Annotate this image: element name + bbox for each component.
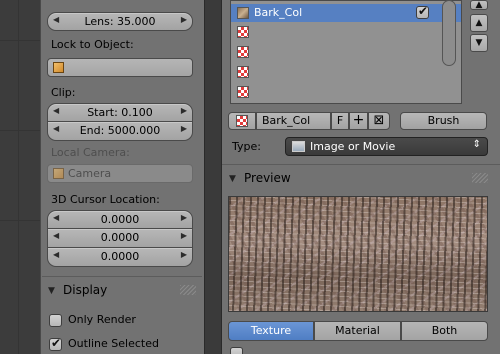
outline-selected-checkbox[interactable]: ✔ xyxy=(49,336,62,351)
drag-grip-icon[interactable] xyxy=(180,285,196,295)
brush-button[interactable]: Brush xyxy=(400,112,487,130)
texture-slot-name: Bark_Col xyxy=(254,6,303,19)
section-divider xyxy=(42,276,202,277)
cursor-x-field[interactable]: ◀ 0.0000 ▶ xyxy=(47,210,193,229)
move-up-button[interactable]: ▲ xyxy=(470,0,488,10)
texture-checker-icon xyxy=(236,115,248,127)
local-camera-field[interactable]: Camera xyxy=(47,164,193,183)
texture-slot-row[interactable] xyxy=(231,83,461,101)
preview-tab-texture[interactable]: Texture xyxy=(228,321,314,341)
local-camera-label: Local Camera: xyxy=(51,146,130,159)
empty-texture-icon xyxy=(237,86,249,98)
drag-grip-icon[interactable] xyxy=(472,173,488,183)
3d-viewport-edge[interactable] xyxy=(0,0,40,354)
increment-arrow-icon[interactable]: ▶ xyxy=(181,250,187,259)
collapse-triangle-icon[interactable]: ▼ xyxy=(48,286,55,296)
empty-texture-icon xyxy=(237,26,249,38)
lock-to-object-label: Lock to Object: xyxy=(51,38,134,51)
bark-texture-thumbnail-icon xyxy=(237,7,249,19)
cursor-z-field[interactable]: ◀ 0.0000 ▶ xyxy=(47,248,193,267)
move-down-arrow-button[interactable]: ▼ xyxy=(470,34,488,52)
fake-user-button[interactable]: F xyxy=(331,112,349,130)
only-render-label: Only Render xyxy=(68,313,136,326)
clip-label: Clip: xyxy=(51,86,76,99)
texture-slot-row[interactable]: Bark_Col ✔ xyxy=(231,4,461,22)
cursor-y-field[interactable]: ◀ 0.0000 ▶ xyxy=(47,229,193,248)
texture-name-field[interactable]: Bark_Col xyxy=(256,112,331,130)
texture-slot-row[interactable] xyxy=(231,63,461,81)
slot-enabled-checkbox[interactable]: ✔ xyxy=(416,4,429,19)
show-alpha-checkbox[interactable] xyxy=(230,347,243,354)
texture-slot-list[interactable]: Bark_Col ✔ xyxy=(230,0,462,104)
cursor-y-value: 0.0000 xyxy=(100,231,140,244)
only-render-checkbox[interactable] xyxy=(49,314,62,327)
lens-value: Lens: 35.000 xyxy=(84,15,156,28)
preview-panel-header[interactable]: Preview xyxy=(244,171,291,185)
type-value: Image or Movie xyxy=(310,140,396,153)
clip-start-field[interactable]: ◀ Start: 0.100 ▶ xyxy=(47,103,193,122)
lock-object-field[interactable] xyxy=(47,58,193,77)
texture-slot-row[interactable] xyxy=(231,23,461,41)
texture-slot-row[interactable] xyxy=(231,43,461,61)
type-label: Type: xyxy=(232,140,261,153)
dropdown-arrows-icon: ⇕ xyxy=(472,139,481,150)
camera-placeholder: Camera xyxy=(68,167,112,180)
camera-object-icon xyxy=(53,168,64,179)
increment-arrow-icon[interactable]: ▶ xyxy=(181,213,187,222)
cursor-x-value: 0.0000 xyxy=(100,213,140,226)
increment-arrow-icon[interactable]: ▶ xyxy=(181,124,187,133)
clip-end-value: End: 5000.000 xyxy=(79,124,161,137)
region-divider[interactable] xyxy=(204,0,222,354)
increment-arrow-icon[interactable]: ▶ xyxy=(181,15,187,24)
3d-cursor-location-label: 3D Cursor Location: xyxy=(51,193,160,206)
list-scrollbar[interactable] xyxy=(442,0,456,66)
unlink-x-icon[interactable]: ⊠ xyxy=(368,112,390,130)
empty-texture-icon xyxy=(237,46,249,58)
new-texture-plus-icon[interactable]: + xyxy=(349,112,368,130)
checkmark-icon: ✔ xyxy=(418,4,429,18)
checkmark-icon: ✔ xyxy=(51,336,62,350)
preview-tab-material[interactable]: Material xyxy=(314,321,401,341)
cursor-z-value: 0.0000 xyxy=(100,250,140,263)
increment-arrow-icon[interactable]: ▶ xyxy=(181,106,187,115)
image-icon xyxy=(292,141,305,152)
texture-type-dropdown[interactable]: Image or Movie ⇕ xyxy=(285,137,488,156)
move-up-arrow-button[interactable]: ▲ xyxy=(470,14,488,32)
collapse-triangle-icon[interactable]: ▼ xyxy=(229,174,236,184)
clip-start-value: Start: 0.100 xyxy=(87,106,153,119)
section-divider xyxy=(222,164,500,165)
empty-texture-icon xyxy=(237,66,249,78)
texture-browse-button[interactable] xyxy=(228,112,256,130)
display-panel-header[interactable]: Display xyxy=(63,283,107,297)
object-cube-icon xyxy=(53,62,64,73)
texture-preview-image xyxy=(228,196,488,312)
outline-selected-label: Outline Selected xyxy=(68,337,159,350)
lens-field[interactable]: ◀ Lens: 35.000 ▶ xyxy=(47,12,193,31)
clip-end-field[interactable]: ◀ End: 5000.000 ▶ xyxy=(47,122,193,141)
preview-tab-both[interactable]: Both xyxy=(401,321,488,341)
increment-arrow-icon[interactable]: ▶ xyxy=(181,231,187,240)
